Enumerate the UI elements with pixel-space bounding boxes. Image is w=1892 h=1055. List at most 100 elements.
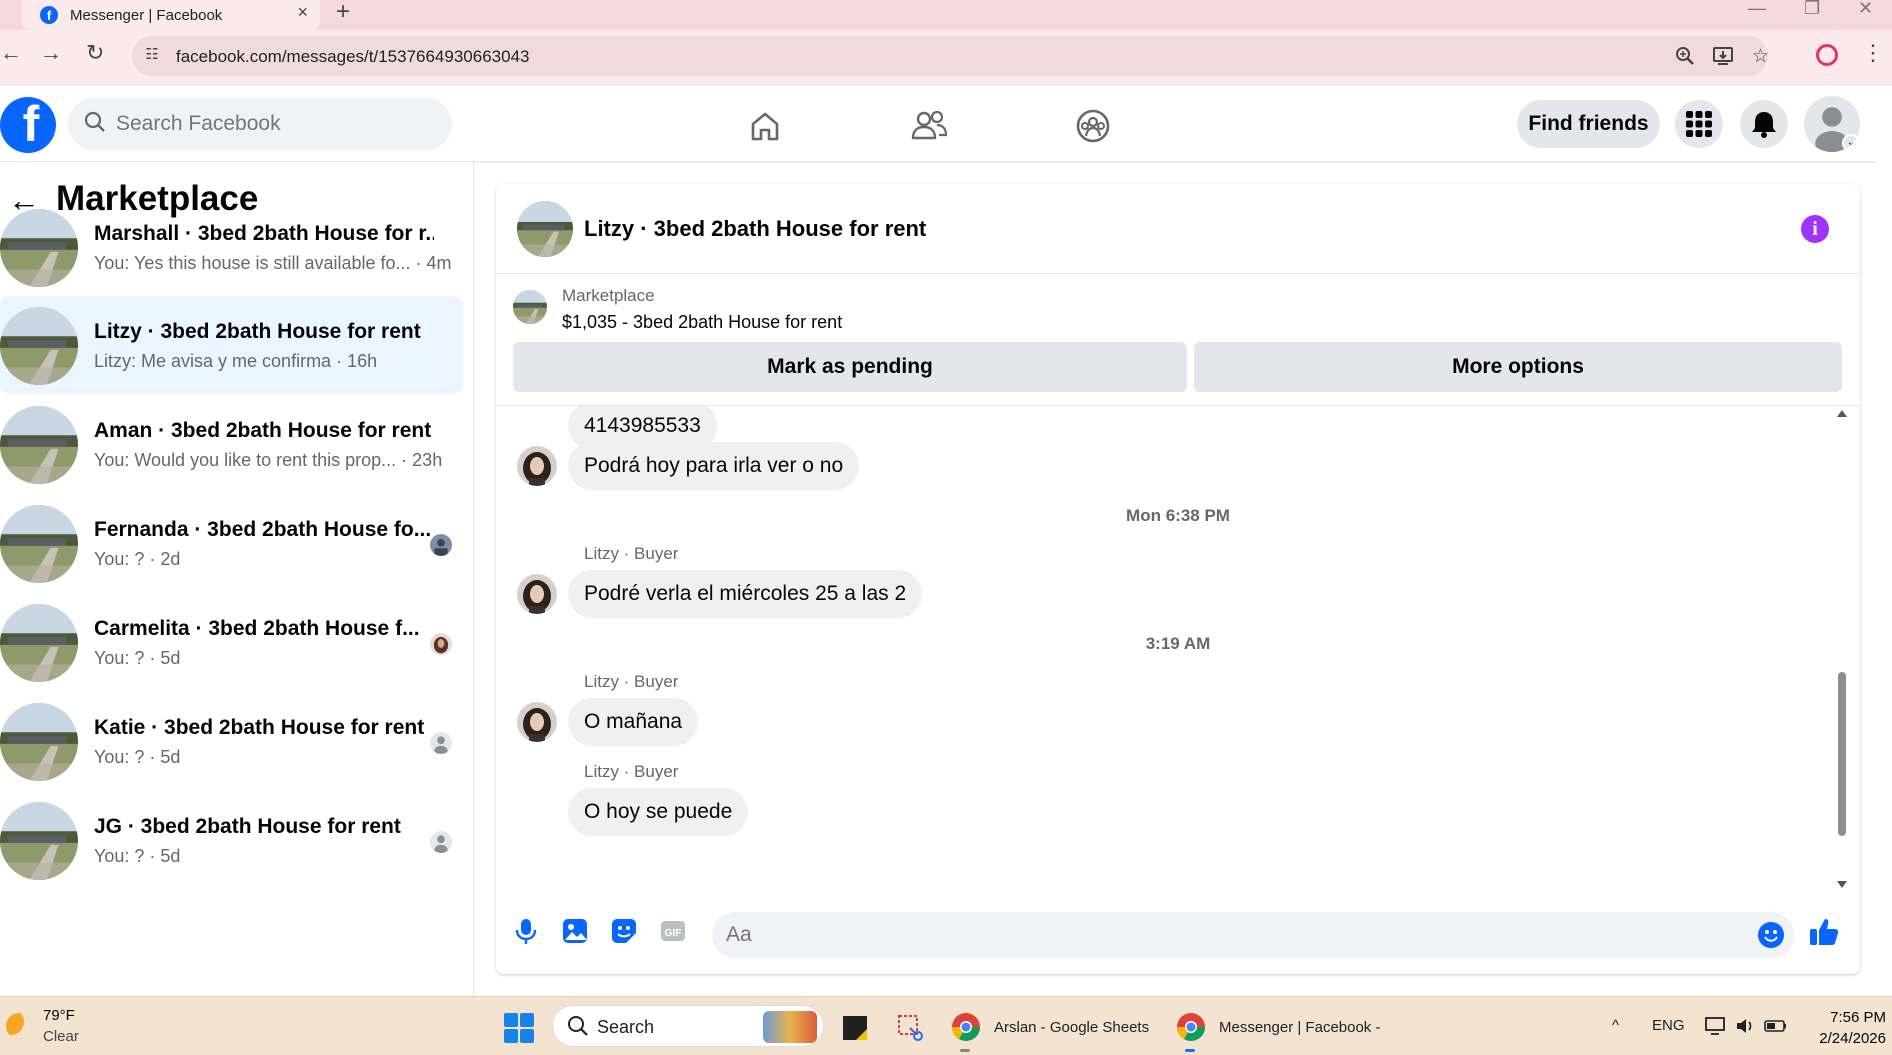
taskbar-search[interactable]: Search [552, 1005, 824, 1047]
listing-thumbnail [0, 307, 78, 385]
back-icon[interactable]: ← [0, 40, 22, 66]
new-tab-icon[interactable]: + [336, 0, 350, 26]
sender-avatar[interactable] [517, 702, 557, 742]
sender-avatar[interactable] [517, 446, 557, 486]
maximize-icon[interactable]: ❐ [1804, 0, 1820, 19]
install-app-icon[interactable] [1712, 45, 1734, 67]
search-highlight-image [763, 1011, 817, 1043]
chat-thumbnail[interactable] [517, 201, 573, 257]
chevron-up-icon[interactable]: ^ [1612, 1017, 1619, 1034]
system-clock[interactable]: 7:56 PM 2/24/2026 [1806, 1007, 1886, 1049]
conversation-item[interactable]: Carmelita · 3bed 2bath House f... You: ?… [0, 593, 463, 691]
listing-thumbnail [0, 209, 78, 287]
tab-title: Messenger | Facebook [70, 6, 223, 24]
find-friends-button[interactable]: Find friends [1517, 100, 1660, 148]
network-icon[interactable] [1704, 1015, 1726, 1037]
conversation-snippet: You: Would you like to rent this prop...… [94, 450, 443, 470]
home-icon[interactable] [745, 106, 785, 146]
taskbar-app-label: Messenger | Facebook - [1219, 1018, 1381, 1036]
snipping-tool-icon[interactable] [896, 1010, 926, 1044]
friends-icon[interactable] [909, 106, 949, 146]
facebook-header: f Find friends ⌄ [0, 86, 1892, 162]
chat-scroll-thumb[interactable] [1838, 672, 1846, 836]
message-list: 4143985533 Podrá hoy para irla ver o no … [496, 406, 1860, 892]
sticky-notes-icon[interactable] [842, 1010, 868, 1044]
zoom-icon[interactable] [1674, 45, 1696, 67]
facebook-logo[interactable]: f [0, 97, 56, 153]
listing-thumbnail[interactable] [513, 290, 547, 324]
conversation-name: JG · 3bed 2bath House for rent [94, 815, 401, 838]
browser-profile-icon[interactable] [1816, 44, 1838, 66]
chat-header: Litzy · 3bed 2bath House for rent i [496, 184, 1860, 274]
listing-thumbnail [0, 406, 78, 484]
info-icon[interactable]: i [1801, 215, 1829, 243]
taskbar-app-messenger[interactable]: Messenger | Facebook - [1175, 1010, 1380, 1044]
bell-icon [1752, 112, 1776, 138]
message-bubble[interactable]: Podré verla el miércoles 25 a las 2 [568, 570, 923, 618]
chat-panel: Litzy · 3bed 2bath House for rent i Mark… [496, 184, 1860, 974]
sender-label: Litzy · Buyer [584, 544, 679, 563]
mark-as-pending-button[interactable]: Mark as pending [513, 342, 1187, 392]
search-input[interactable] [116, 110, 436, 138]
address-bar[interactable]: ☷ facebook.com/messages/t/15376649306630… [132, 36, 1769, 76]
weather-condition[interactable]: Clear [43, 1028, 79, 1045]
language-indicator[interactable]: ENG [1652, 1017, 1685, 1034]
battery-icon[interactable] [1764, 1016, 1788, 1036]
conversation-name: Fernanda · 3bed 2bath House fo... [94, 518, 432, 541]
message-composer: GIF [496, 892, 1860, 974]
weather-temp[interactable]: 79°F [43, 1007, 75, 1024]
message-bubble[interactable]: O hoy se puede [568, 788, 749, 836]
groups-icon[interactable] [1073, 106, 1113, 146]
page-scrollbar[interactable] [1876, 86, 1892, 996]
close-window-icon[interactable]: ✕ [1858, 0, 1873, 19]
facebook-search[interactable] [68, 98, 452, 150]
moon-weather-icon[interactable] [6, 1013, 32, 1039]
listing-banner: Marketplace $1,035 - 3bed 2bath House fo… [496, 274, 1860, 406]
conversation-item[interactable]: Aman · 3bed 2bath House for rent You: Wo… [0, 395, 463, 493]
message-bubble[interactable]: O mañana [568, 698, 699, 746]
browser-tab[interactable]: f Messenger | Facebook × [22, 0, 320, 30]
gif-icon[interactable]: GIF [658, 916, 688, 946]
taskbar-app-sheets[interactable]: Arslan - Google Sheets [950, 1010, 1149, 1044]
facebook-favicon-icon: f [40, 6, 58, 24]
url-text[interactable]: facebook.com/messages/t/1537664930663043 [176, 47, 529, 67]
taskbar-search-label: Search [597, 1017, 655, 1037]
browser-menu-icon[interactable]: ⋮ [1862, 40, 1884, 66]
browser-tabstrip: f Messenger | Facebook × + — ❐ ✕ [0, 0, 1892, 30]
conversation-snippet: You: Yes this house is still available f… [94, 253, 452, 273]
reload-icon[interactable]: ↻ [86, 40, 104, 66]
windows-start-icon[interactable] [504, 1013, 534, 1043]
forward-icon[interactable]: → [40, 40, 62, 66]
photo-icon[interactable] [560, 916, 590, 946]
account-avatar-button[interactable]: ⌄ [1804, 96, 1860, 152]
chat-title[interactable]: Litzy · 3bed 2bath House for rent [584, 216, 926, 242]
message-input[interactable] [712, 912, 1794, 958]
conversation-item[interactable]: Katie · 3bed 2bath House for rent You: ?… [0, 692, 463, 790]
minimize-icon[interactable]: — [1748, 0, 1766, 19]
emoji-icon[interactable] [1758, 922, 1784, 948]
notifications-button[interactable] [1740, 100, 1788, 148]
conversation-item[interactable]: Marshall · 3bed 2bath House for r... You… [0, 198, 463, 296]
conversation-item[interactable]: JG · 3bed 2bath House for rent You: ? · … [0, 791, 463, 889]
site-info-icon[interactable]: ☷ [142, 45, 162, 65]
clock-time: 7:56 PM [1830, 1009, 1886, 1026]
sender-label: Litzy · Buyer [584, 762, 679, 781]
grid-icon [1686, 111, 1712, 137]
conversation-snippet: You: ? · 5d [94, 846, 181, 866]
listing-title[interactable]: $1,035 - 3bed 2bath House for rent [562, 312, 842, 333]
thumbs-up-icon[interactable] [1808, 916, 1840, 948]
bookmark-star-icon[interactable]: ☆ [1752, 45, 1769, 68]
close-tab-icon[interactable]: × [297, 2, 308, 23]
conversation-snippet: You: ? · 5d [94, 648, 181, 668]
microphone-icon[interactable] [511, 916, 541, 946]
message-bubble[interactable]: Podrá hoy para irla ver o no [568, 442, 860, 490]
menu-grid-button[interactable] [1675, 100, 1723, 148]
sticker-icon[interactable] [609, 916, 639, 946]
volume-icon[interactable] [1734, 1015, 1756, 1037]
sender-avatar[interactable] [517, 574, 557, 614]
conversation-item[interactable]: Fernanda · 3bed 2bath House fo... You: ?… [0, 494, 463, 592]
seen-avatar [430, 732, 452, 754]
conversation-item[interactable]: Litzy · 3bed 2bath House for rent Litzy:… [0, 296, 463, 394]
more-options-button[interactable]: More options [1194, 342, 1842, 392]
chrome-icon [1177, 1013, 1205, 1041]
